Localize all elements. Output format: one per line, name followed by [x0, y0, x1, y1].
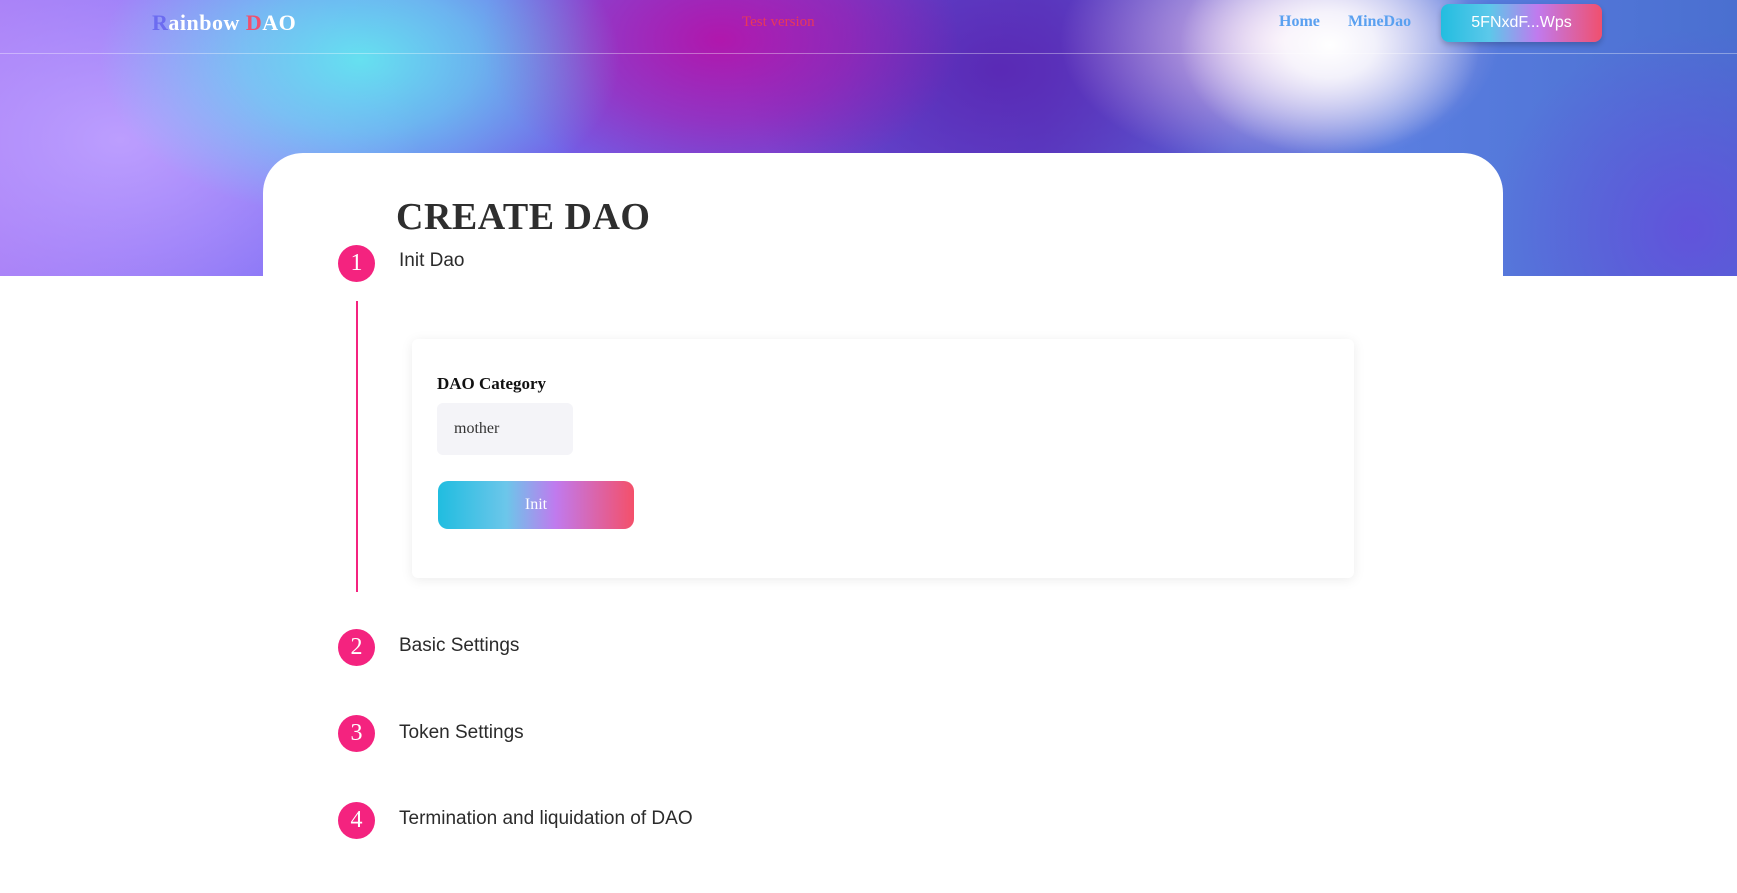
- logo-letters-ao: AO: [262, 10, 297, 35]
- step-2-label[interactable]: Basic Settings: [399, 635, 519, 657]
- step-1-connector-line: [356, 301, 358, 592]
- page-title: CREATE DAO: [396, 196, 651, 238]
- init-dao-panel: [412, 339, 1354, 578]
- dao-category-select[interactable]: mother: [437, 403, 573, 455]
- header-divider: [0, 53, 1737, 54]
- dao-category-label: DAO Category: [437, 374, 547, 393]
- nav-minedao-link[interactable]: MineDao: [1348, 13, 1411, 31]
- step-3-number-badge: 3: [338, 715, 375, 752]
- wallet-account-button[interactable]: 5FNxdF...Wps: [1441, 4, 1602, 42]
- step-4-label[interactable]: Termination and liquidation of DAO: [399, 808, 693, 830]
- step-1-number-badge: 1: [338, 245, 375, 282]
- rainbow-dao-logo[interactable]: Rainbow DAO: [152, 10, 296, 36]
- init-button[interactable]: Init: [438, 481, 634, 529]
- logo-letter-r: R: [152, 10, 169, 35]
- logo-letter-d: D: [245, 10, 263, 35]
- logo-word-ainbow: ainbow: [168, 10, 246, 35]
- step-2-number-badge: 2: [338, 629, 375, 666]
- step-1-label: Init Dao: [399, 250, 465, 271]
- dao-category-value: mother: [454, 420, 500, 437]
- step-3-label[interactable]: Token Settings: [399, 722, 524, 744]
- nav-home-link[interactable]: Home: [1279, 13, 1320, 31]
- test-version-label: Test version: [742, 14, 815, 30]
- step-4-number-badge: 4: [338, 802, 375, 839]
